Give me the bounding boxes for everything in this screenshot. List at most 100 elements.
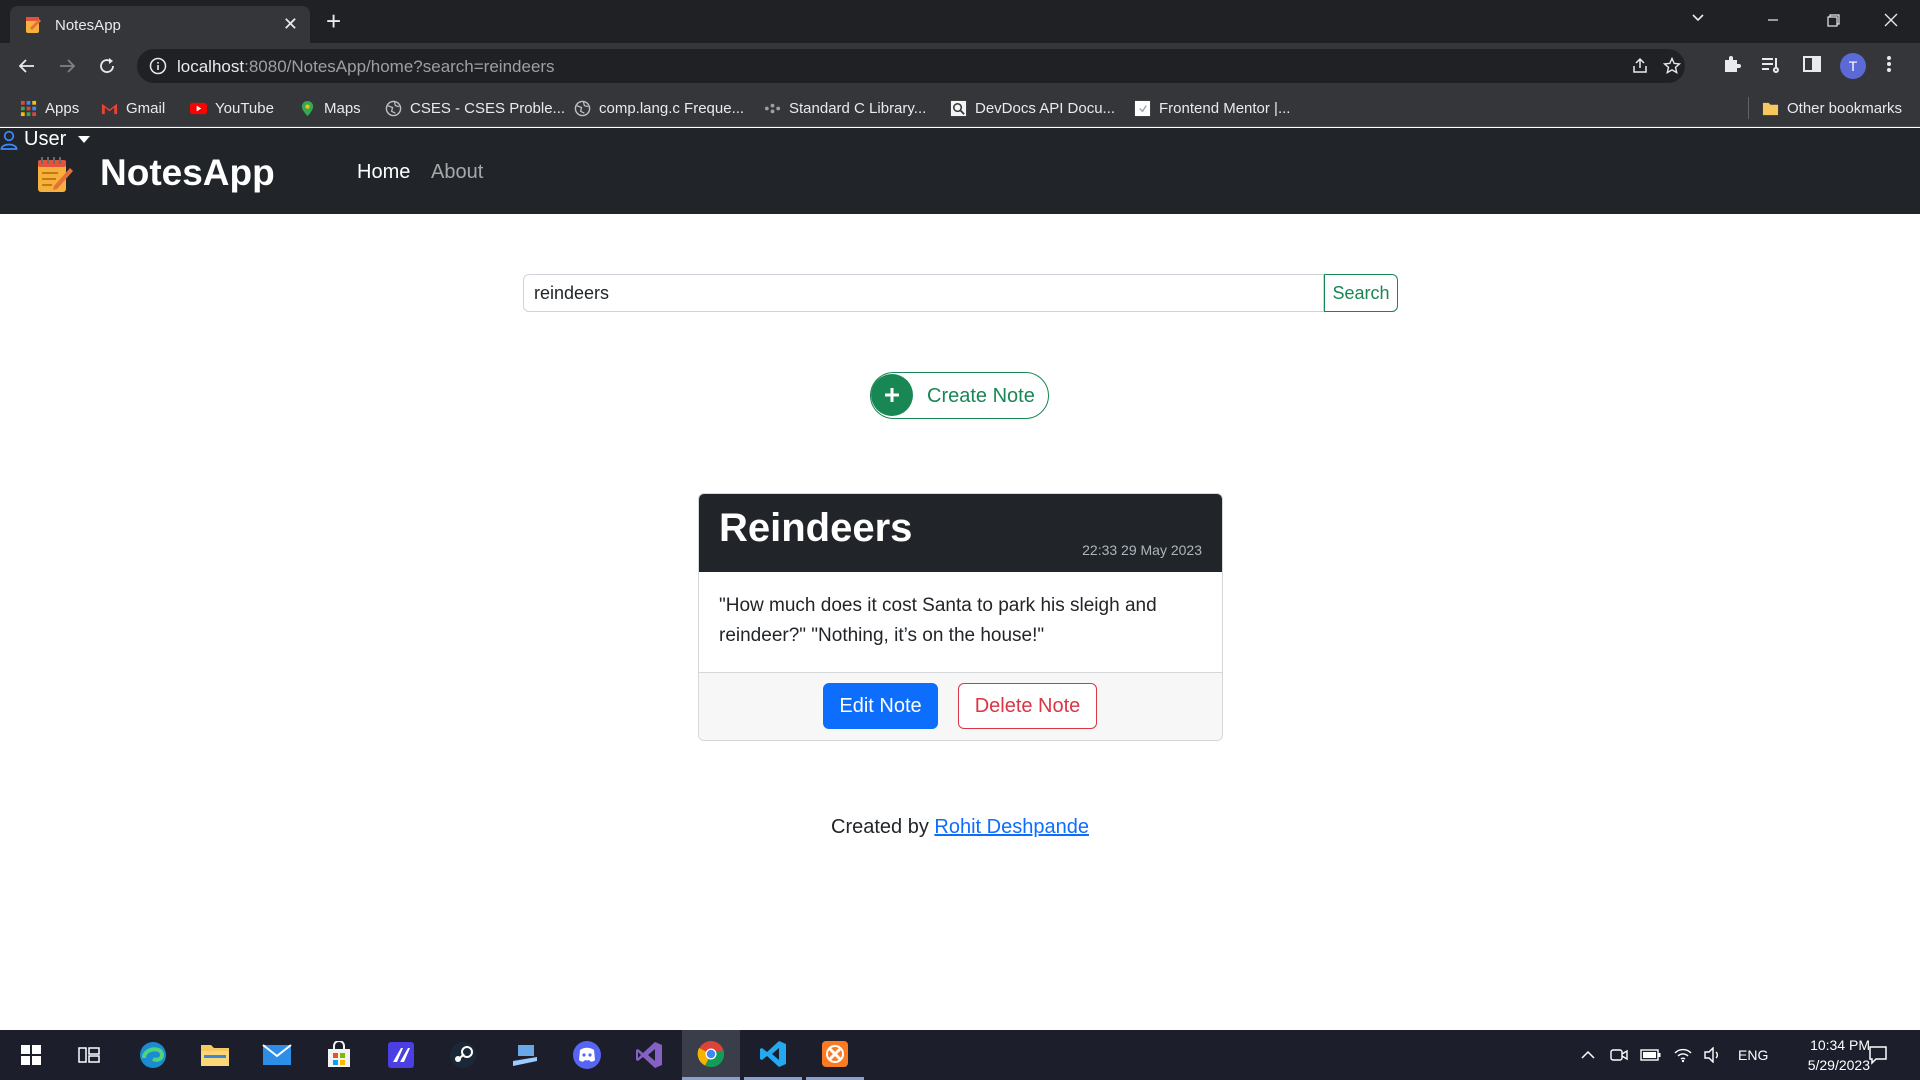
bookmark-label: Apps <box>45 99 80 117</box>
nav-home-link[interactable]: Home <box>357 161 410 184</box>
youtube-icon <box>190 102 207 114</box>
bookmark-apps[interactable]: Apps <box>20 98 79 118</box>
bookmarks-bar: Apps Gmail YouTube Maps CSES - CSES Prob… <box>0 89 1920 127</box>
bookmark-label: YouTube <box>215 99 274 117</box>
bookmarks-divider <box>1748 97 1749 119</box>
apps-grid-icon <box>20 100 37 116</box>
dots-icon <box>764 103 781 113</box>
note-timestamp: 22:33 29 May 2023 <box>1082 542 1202 558</box>
web-page: NotesApp Home About User Search Create N… <box>0 128 1920 1030</box>
close-window-icon[interactable] <box>1862 0 1920 40</box>
side-panel-icon[interactable] <box>1802 54 1822 74</box>
back-arrow-icon[interactable] <box>14 53 40 79</box>
address-bar[interactable]: localhost:8080/NotesApp/home?search=rein… <box>137 49 1685 83</box>
browser-tab-notesapp[interactable]: NotesApp ✕ <box>10 6 310 43</box>
nav-about-link[interactable]: About <box>431 161 483 184</box>
note-card: Reindeers 22:33 29 May 2023 "How much do… <box>698 493 1223 741</box>
person-icon <box>0 130 18 150</box>
wifi-icon[interactable] <box>1674 1047 1692 1063</box>
bookmark-gmail[interactable]: Gmail <box>101 98 165 118</box>
note-card-footer: Edit Note Delete Note <box>699 672 1222 740</box>
delete-note-button[interactable]: Delete Note <box>958 683 1097 729</box>
site-info-icon[interactable] <box>149 57 167 75</box>
note-card-header: Reindeers 22:33 29 May 2023 <box>699 494 1222 572</box>
clock-date: 5/29/2023 <box>1807 1057 1870 1073</box>
globe-icon <box>385 100 402 116</box>
notification-center-icon[interactable] <box>1868 1045 1888 1065</box>
task-view-icon[interactable] <box>60 1030 118 1080</box>
footer-prefix: Created by <box>831 816 935 838</box>
bookmark-label: comp.lang.c Freque... <box>599 99 745 117</box>
steam-icon[interactable] <box>434 1030 492 1080</box>
browser-toolbar: localhost:8080/NotesApp/home?search=rein… <box>0 43 1920 89</box>
chrome-taskbar-icon[interactable] <box>682 1030 740 1080</box>
bookmark-cses[interactable]: CSES - CSES Proble... <box>385 98 565 118</box>
bookmark-standard-c-library[interactable]: Standard C Library... <box>764 98 926 118</box>
create-note-label: Create Note <box>927 385 1035 407</box>
minimize-icon[interactable] <box>1744 0 1802 40</box>
bookmark-frontend-mentor[interactable]: Frontend Mentor |... <box>1134 98 1290 118</box>
clock[interactable]: 10:34 PM 5/29/2023 <box>1760 1035 1870 1075</box>
author-link[interactable]: Rohit Deshpande <box>934 816 1089 838</box>
search-button[interactable]: Search <box>1324 274 1398 312</box>
bookmark-label: Gmail <box>126 99 166 117</box>
microsoft-store-icon[interactable] <box>310 1030 368 1080</box>
maps-icon <box>301 100 314 116</box>
top-navbar: NotesApp Home About User <box>0 128 1920 214</box>
url-text[interactable]: localhost:8080/NotesApp/home?search=rein… <box>177 57 555 77</box>
bookmark-label: CSES - CSES Proble... <box>410 99 566 117</box>
user-dropdown[interactable]: User <box>0 128 1920 151</box>
discord-icon[interactable] <box>558 1030 616 1080</box>
profile-avatar[interactable]: T <box>1840 53 1866 79</box>
edge-browser-icon[interactable] <box>124 1030 182 1080</box>
forward-arrow-icon[interactable] <box>54 53 80 79</box>
bookmark-maps[interactable]: Maps <box>299 98 361 118</box>
bookmark-comp-lang-c[interactable]: comp.lang.c Freque... <box>574 98 744 118</box>
reload-icon[interactable] <box>94 53 120 79</box>
vscode-icon[interactable] <box>744 1030 802 1080</box>
gmail-icon <box>101 103 118 114</box>
bookmark-label: Frontend Mentor |... <box>1159 99 1291 117</box>
plus-circle-icon <box>871 374 913 416</box>
mail-icon[interactable] <box>248 1030 306 1080</box>
globe-icon <box>574 100 591 116</box>
tab-title: NotesApp <box>55 17 121 34</box>
tab-close-icon[interactable]: ✕ <box>283 15 298 33</box>
caret-down-icon <box>78 136 91 143</box>
create-note-button[interactable]: Create Note <box>870 372 1049 419</box>
code-editor-icon[interactable] <box>372 1030 430 1080</box>
meet-now-icon[interactable] <box>1610 1047 1628 1063</box>
tray-chevron-up-icon[interactable] <box>1580 1047 1596 1063</box>
share-icon[interactable] <box>1631 57 1649 75</box>
bookmark-label: DevDocs API Docu... <box>975 99 1116 117</box>
url-path: :8080/NotesApp/home?search=reindeers <box>244 57 555 76</box>
bookmark-youtube[interactable]: YouTube <box>190 98 274 118</box>
tab-search-chevron-icon[interactable] <box>1690 9 1706 25</box>
devdocs-icon <box>950 100 967 116</box>
windows-start-icon[interactable] <box>2 1030 60 1080</box>
visual-studio-icon[interactable] <box>620 1030 678 1080</box>
remote-desktop-icon[interactable] <box>496 1030 554 1080</box>
url-host: localhost <box>177 57 245 76</box>
edit-note-button[interactable]: Edit Note <box>823 683 938 729</box>
bookmark-label: Maps <box>324 99 361 117</box>
battery-icon[interactable] <box>1640 1048 1662 1062</box>
search-input[interactable] <box>523 274 1324 312</box>
reading-list-icon[interactable] <box>1760 54 1780 74</box>
xampp-icon[interactable] <box>806 1030 864 1080</box>
extensions-puzzle-icon[interactable] <box>1722 54 1742 74</box>
notepad-logo-icon[interactable] <box>36 156 74 194</box>
new-tab-button[interactable]: + <box>326 8 341 34</box>
kebab-menu-icon[interactable] <box>1885 54 1893 74</box>
file-explorer-icon[interactable] <box>186 1030 244 1080</box>
volume-icon[interactable] <box>1704 1047 1722 1063</box>
bookmark-label: Other bookmarks <box>1787 99 1903 117</box>
bookmark-devdocs[interactable]: DevDocs API Docu... <box>950 98 1115 118</box>
page-icon <box>1134 100 1151 116</box>
bookmark-star-icon[interactable] <box>1663 57 1681 75</box>
note-body: "How much does it cost Santa to park his… <box>719 595 1157 646</box>
bookmark-other-bookmarks[interactable]: Other bookmarks <box>1762 98 1902 118</box>
restore-icon[interactable] <box>1804 0 1862 40</box>
brand-name[interactable]: NotesApp <box>100 152 275 194</box>
note-title: Reindeers <box>719 506 913 550</box>
